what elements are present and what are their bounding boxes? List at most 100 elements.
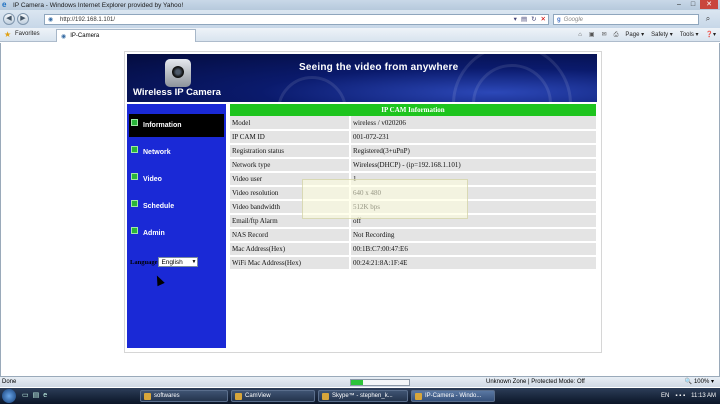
favorites-button[interactable]: Favorites bbox=[15, 31, 40, 37]
window-controls: – □ ✕ bbox=[672, 0, 718, 9]
taskbar: ▭ ▤ e softwares CamView Skype™ - stephen… bbox=[0, 388, 720, 404]
command-bar: ⌂ ▣ ✉ ⎙ Page ▾ Safety ▾ Tools ▾ ❓▾ bbox=[578, 30, 716, 40]
task-label: softwares bbox=[154, 393, 180, 399]
language-selector: Language English ▼ bbox=[130, 257, 199, 267]
help-menu[interactable]: ❓▾ bbox=[706, 30, 716, 40]
camera-page: Seeing the video from anywhere Wireless … bbox=[124, 51, 602, 353]
camera-icon bbox=[165, 59, 191, 87]
status-bar: Done Unknown Zone | Protected Mode: Off … bbox=[0, 376, 720, 387]
title-bar: e IP Camera - Windows Internet Explorer … bbox=[0, 0, 720, 10]
task-ip-camera[interactable]: IP-Camera - Windo... bbox=[411, 390, 495, 402]
folder-icon bbox=[144, 392, 151, 400]
minimize-button[interactable]: – bbox=[672, 0, 686, 9]
dropdown-icon[interactable]: ▾ bbox=[514, 15, 517, 25]
tools-menu[interactable]: Tools ▾ bbox=[680, 30, 699, 40]
sidebar-item-admin[interactable]: Admin bbox=[129, 222, 224, 245]
security-zone[interactable]: Unknown Zone | Protected Mode: Off bbox=[486, 377, 585, 387]
forward-button[interactable]: ▶ bbox=[17, 13, 29, 25]
row-value: 00:1B:C7:00:47:E6 bbox=[350, 242, 596, 257]
sidebar-item-label: Schedule bbox=[143, 203, 175, 210]
ie-logo-icon: e bbox=[2, 0, 7, 9]
address-toolbar: ◀ ▶ ◉ http://192.168.1.101/ ▾ ▤ ↻ ✕ g Go… bbox=[0, 10, 720, 28]
bullet-icon bbox=[131, 146, 138, 153]
start-button[interactable] bbox=[2, 389, 16, 403]
table-row: NAS Record Not Recording bbox=[230, 228, 596, 243]
maximize-button[interactable]: □ bbox=[686, 0, 700, 9]
sidebar-item-network[interactable]: Network bbox=[129, 141, 224, 164]
print-icon[interactable]: ⎙ bbox=[614, 30, 619, 40]
table-row: WiFi Mac Address(Hex) 00:24:21:8A:1F:4E bbox=[230, 256, 596, 271]
url-text: http://192.168.1.101/ bbox=[60, 16, 116, 23]
task-softwares[interactable]: softwares bbox=[140, 390, 228, 402]
table-row: Mac Address(Hex) 00:1B:C7:00:47:E6 bbox=[230, 242, 596, 257]
tray-icons[interactable]: ▪ ▪ ▪ bbox=[675, 391, 685, 401]
browser-viewport: Seeing the video from anywhere Wireless … bbox=[0, 43, 720, 376]
back-button[interactable]: ◀ bbox=[3, 13, 15, 25]
table-row: Model wireless / v020206 bbox=[230, 116, 596, 131]
tab-title: IP-Camera bbox=[70, 33, 100, 39]
mail-icon[interactable]: ✉ bbox=[602, 30, 607, 40]
sidebar-item-video[interactable]: Video bbox=[129, 168, 224, 191]
bullet-icon bbox=[131, 173, 138, 180]
banner-headline: Seeing the video from anywhere bbox=[299, 62, 459, 73]
star-icon[interactable]: ★ bbox=[4, 30, 11, 40]
show-desktop-icon[interactable]: ▭ bbox=[22, 392, 29, 400]
sidebar-item-label: Video bbox=[143, 176, 162, 183]
row-key: Model bbox=[230, 116, 351, 131]
task-label: CamView bbox=[245, 393, 271, 399]
row-key: NAS Record bbox=[230, 228, 351, 243]
row-value: 00:24:21:8A:1F:4E bbox=[350, 256, 596, 271]
table-row: IP CAM ID 001-072-231 bbox=[230, 130, 596, 145]
refresh-icon[interactable]: ↻ bbox=[531, 15, 536, 25]
sidebar-item-information[interactable]: Information bbox=[129, 114, 224, 137]
clock[interactable]: 11:13 AM bbox=[691, 391, 716, 401]
language-indicator[interactable]: EN bbox=[661, 391, 669, 401]
mouse-cursor-icon bbox=[153, 273, 165, 287]
banner-brand: Wireless IP Camera bbox=[133, 87, 221, 98]
task-label: Skype™ - stephen_k... bbox=[332, 393, 393, 399]
page-menu[interactable]: Page ▾ bbox=[625, 30, 644, 40]
row-value: 001-072-231 bbox=[350, 130, 596, 145]
row-key: Mac Address(Hex) bbox=[230, 242, 351, 257]
app-icon bbox=[235, 392, 242, 400]
stop-icon[interactable]: ✕ bbox=[541, 15, 546, 25]
search-input[interactable]: g Google bbox=[553, 14, 699, 25]
zoom-control[interactable]: 🔍 100% ▾ bbox=[685, 377, 714, 387]
row-value: Not Recording bbox=[350, 228, 596, 243]
address-field[interactable]: ◉ http://192.168.1.101/ ▾ ▤ ↻ ✕ bbox=[44, 14, 549, 25]
bullet-icon bbox=[131, 200, 138, 207]
sidebar-item-label: Admin bbox=[143, 230, 165, 237]
system-tray: EN ▪ ▪ ▪ 11:13 AM bbox=[661, 391, 716, 401]
sidebar-item-label: Network bbox=[143, 149, 171, 156]
ie-quick-icon[interactable]: e bbox=[43, 392, 47, 400]
row-key: WiFi Mac Address(Hex) bbox=[230, 256, 351, 271]
row-key: Registration status bbox=[230, 144, 351, 159]
google-icon: g bbox=[557, 16, 561, 23]
search-icon[interactable]: ⌕ bbox=[702, 14, 714, 25]
address-icons: ▾ ▤ ↻ ✕ bbox=[514, 15, 546, 25]
language-select[interactable]: English ▼ bbox=[158, 257, 199, 267]
chevron-down-icon: ▼ bbox=[191, 259, 197, 265]
row-value: wireless / v020206 bbox=[350, 116, 596, 131]
sidebar: Information Network Video Schedule Admin… bbox=[127, 104, 226, 348]
status-text: Done bbox=[2, 379, 17, 385]
close-button[interactable]: ✕ bbox=[700, 0, 718, 9]
feeds-icon[interactable]: ▣ bbox=[589, 30, 595, 40]
bullet-icon bbox=[131, 119, 138, 126]
switch-windows-icon[interactable]: ▤ bbox=[33, 392, 40, 400]
safety-menu[interactable]: Safety ▾ bbox=[651, 30, 673, 40]
task-label: IP-Camera - Windo... bbox=[425, 393, 482, 399]
sidebar-item-schedule[interactable]: Schedule bbox=[129, 195, 224, 218]
task-camview[interactable]: CamView bbox=[231, 390, 315, 402]
skype-icon bbox=[322, 392, 329, 400]
home-icon[interactable]: ⌂ bbox=[578, 30, 582, 40]
row-value: Wireless(DHCP) - (ip=192.168.1.101) bbox=[350, 158, 596, 173]
compat-view-icon[interactable]: ▤ bbox=[521, 15, 527, 25]
tab-ip-camera[interactable]: ◉ IP-Camera bbox=[56, 29, 196, 42]
search-placeholder: Google bbox=[563, 16, 584, 23]
language-value: English bbox=[161, 259, 183, 266]
page-icon: ◉ bbox=[48, 17, 54, 23]
task-skype[interactable]: Skype™ - stephen_k... bbox=[318, 390, 408, 402]
tab-page-icon: ◉ bbox=[61, 33, 67, 40]
sidebar-item-label: Information bbox=[143, 122, 182, 129]
